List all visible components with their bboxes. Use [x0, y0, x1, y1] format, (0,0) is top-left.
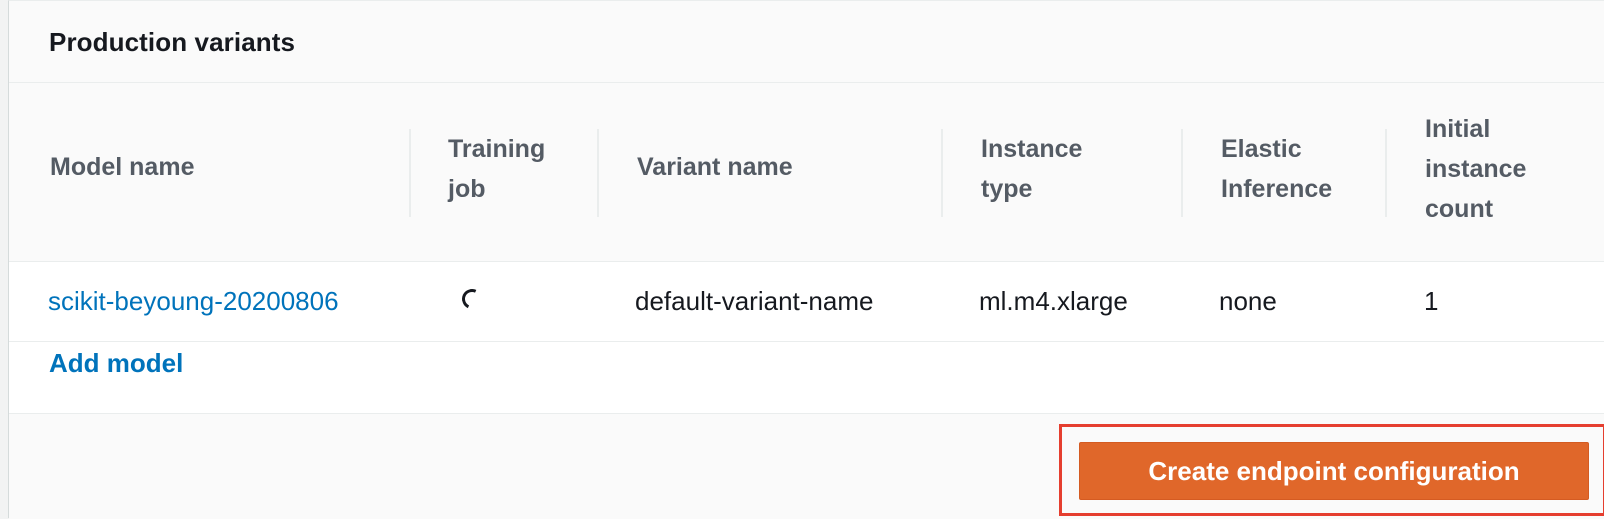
create-endpoint-configuration-button[interactable]: Create endpoint configuration — [1079, 442, 1589, 500]
initial-instance-count-cell: 1 — [1424, 286, 1439, 316]
production-variants-panel: Production variants Model name Training … — [8, 0, 1604, 519]
column-header-initial-instance-count: Initial instance count — [1425, 115, 1527, 223]
elastic-inference-cell: none — [1219, 286, 1277, 316]
table-body: scikit-beyoung-20200806 default-variant-… — [9, 262, 1604, 414]
column-header-model-name: Model name — [50, 153, 195, 181]
column-header-instance-type: Instance type — [981, 135, 1083, 203]
column-divider — [597, 129, 599, 217]
instance-type-cell: ml.m4.xlarge — [979, 286, 1128, 316]
variant-name-cell: default-variant-name — [635, 286, 874, 316]
highlight-box: Create endpoint configuration — [1059, 424, 1604, 516]
loading-spinner-icon — [459, 286, 485, 312]
table-header-row: Model name Training job Variant name Ins… — [9, 83, 1604, 262]
column-header-variant-name: Variant name — [637, 153, 793, 181]
add-model-link[interactable]: Add model — [49, 346, 183, 380]
panel-title: Production variants — [49, 27, 296, 57]
column-header-training-job: Training job — [448, 135, 546, 203]
column-divider — [1181, 129, 1183, 217]
panel-footer: Create endpoint configuration — [9, 414, 1604, 519]
column-divider — [941, 129, 943, 217]
panel-header: Production variants — [9, 1, 1604, 83]
column-divider — [409, 129, 411, 217]
column-divider — [1385, 129, 1387, 217]
model-name-link[interactable]: scikit-beyoung-20200806 — [48, 284, 339, 318]
row-divider — [9, 341, 1604, 342]
column-header-elastic-inference: Elastic Inference — [1221, 135, 1333, 203]
